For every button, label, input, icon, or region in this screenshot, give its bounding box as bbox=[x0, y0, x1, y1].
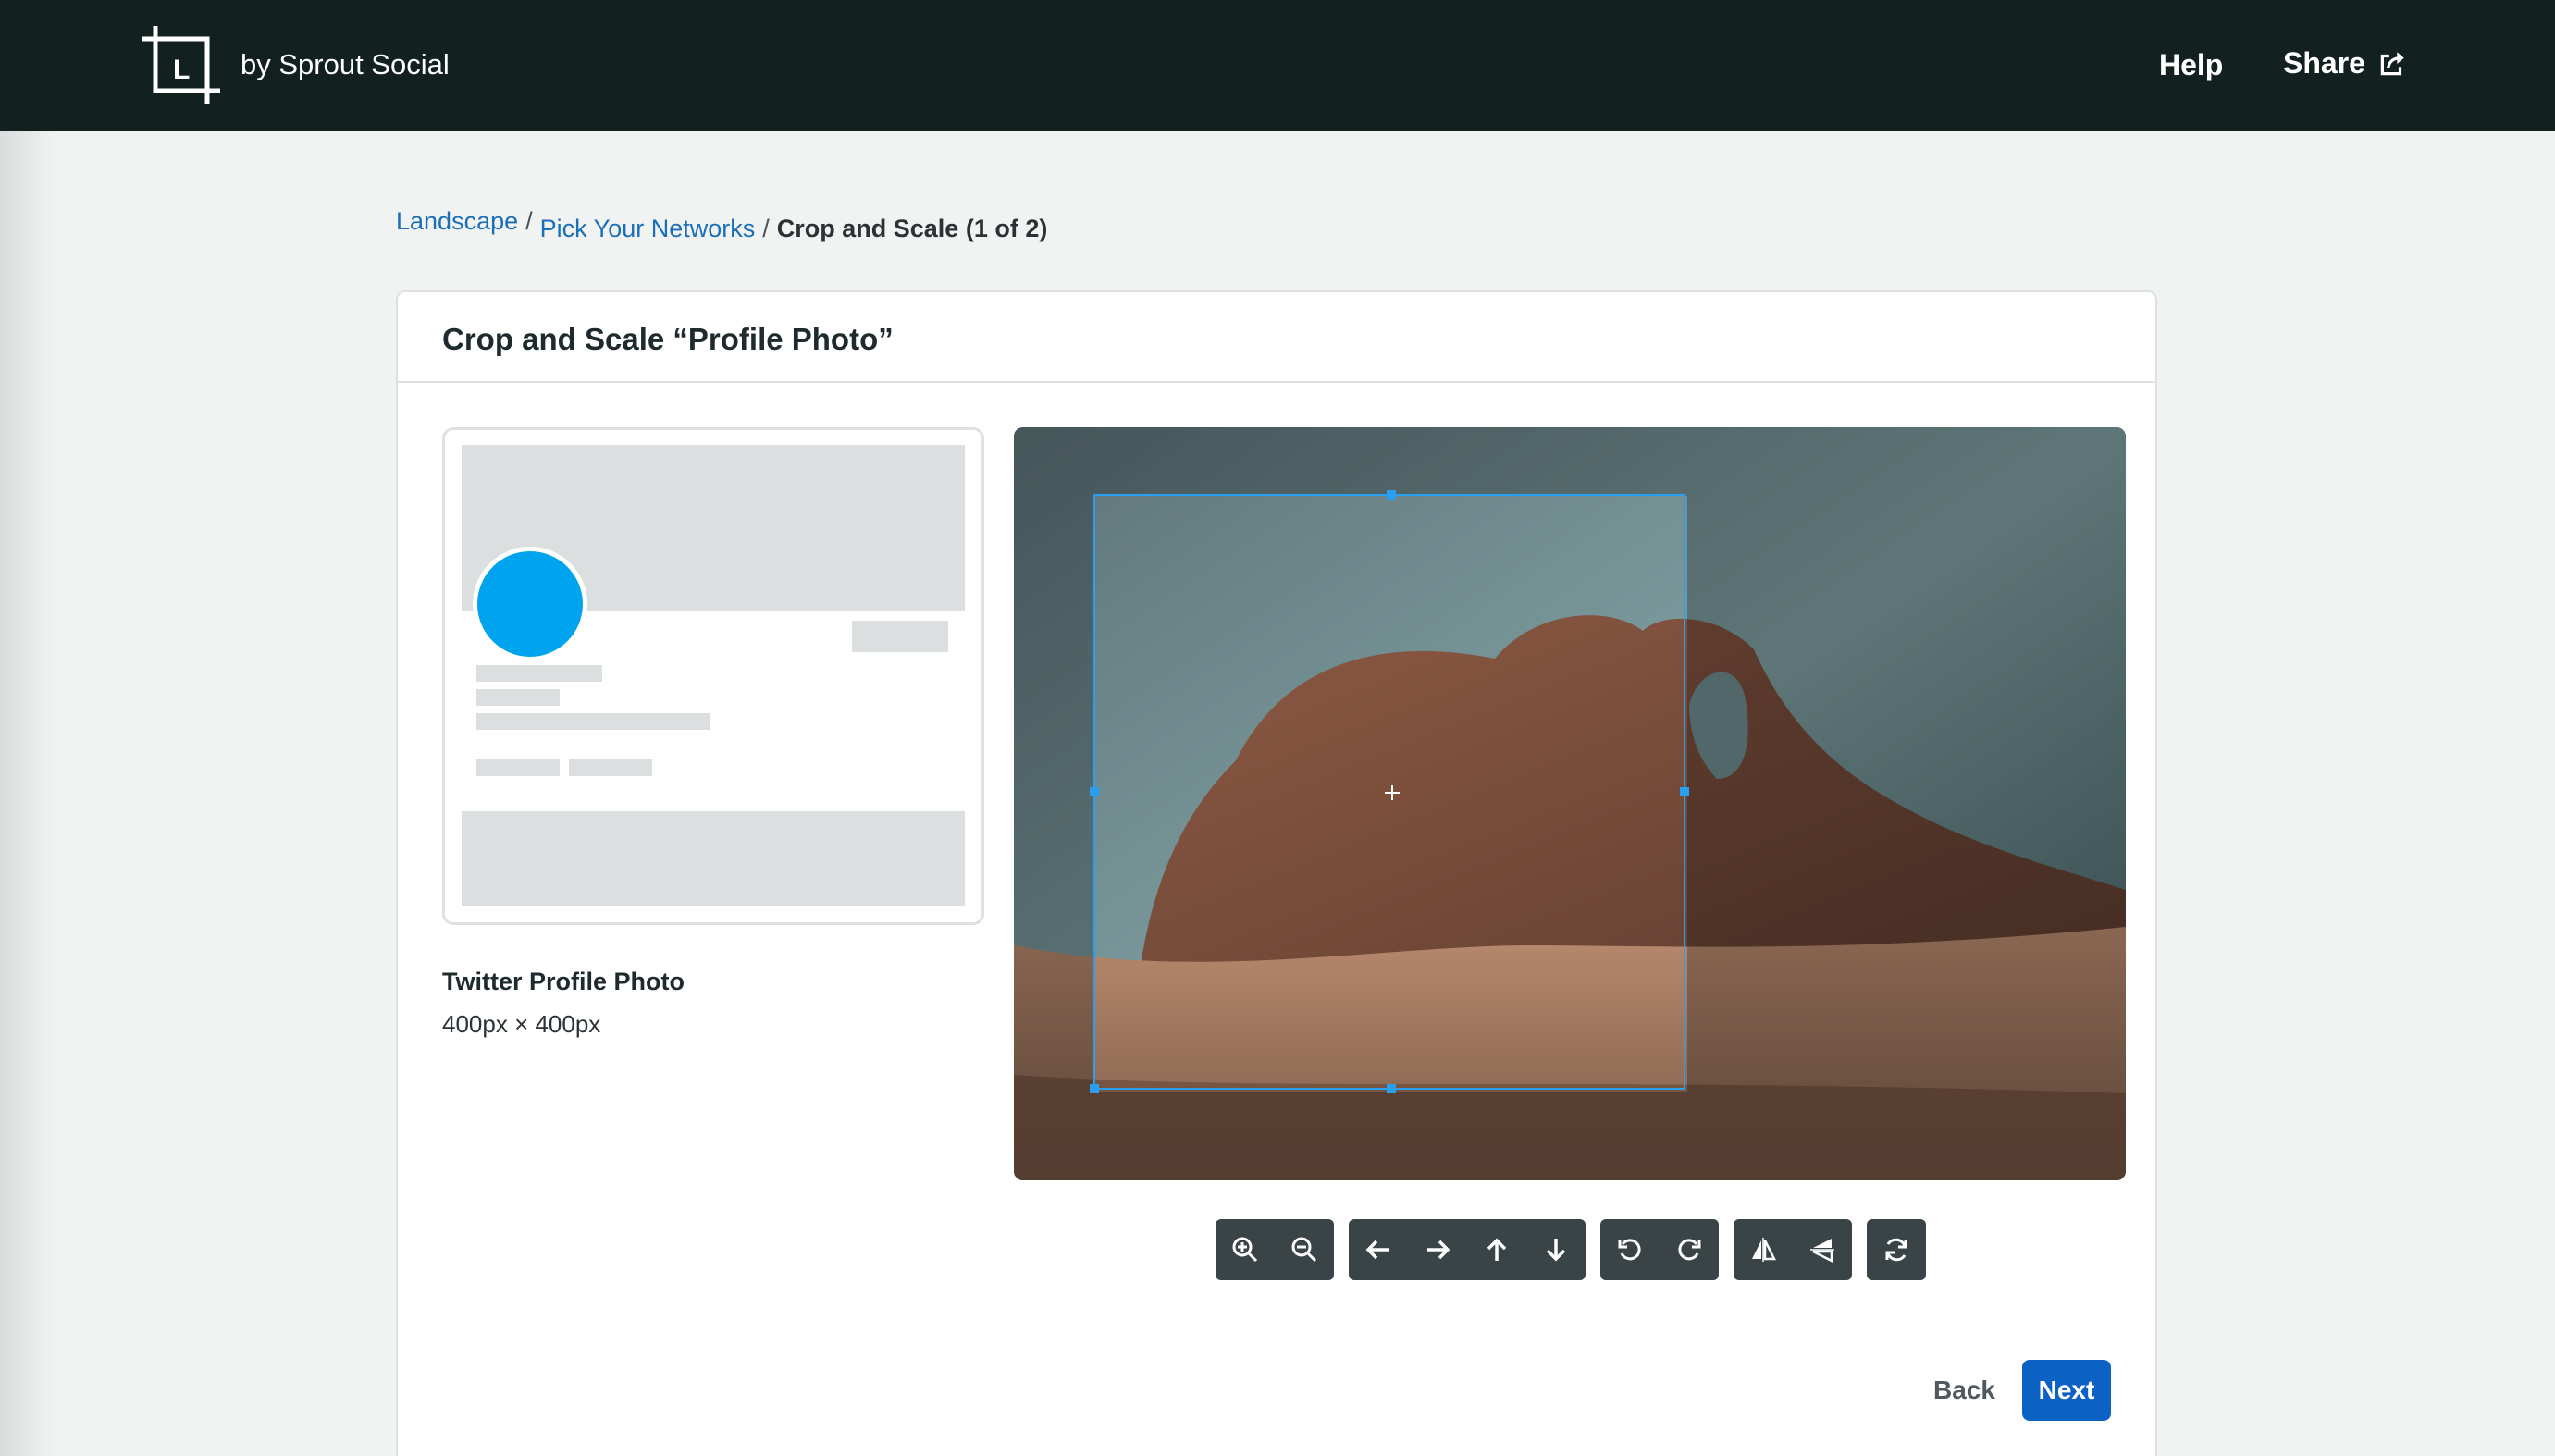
preview-feed-placeholder bbox=[462, 811, 965, 906]
crop-handle-right[interactable] bbox=[1680, 787, 1689, 796]
move-up-button[interactable] bbox=[1467, 1219, 1526, 1280]
help-link[interactable]: Help bbox=[2159, 48, 2223, 82]
reset-icon bbox=[1885, 1238, 1907, 1262]
zoom-in-icon bbox=[1232, 1237, 1258, 1263]
breadcrumb: Landscape / Pick Your Networks / Crop an… bbox=[396, 207, 1048, 243]
crop-handle-top[interactable] bbox=[1387, 490, 1396, 500]
share-button[interactable]: Share bbox=[2283, 46, 2408, 80]
breadcrumb-separator: / bbox=[525, 207, 533, 235]
page-title: Crop and Scale “Profile Photo” bbox=[442, 322, 894, 356]
move-down-button[interactable] bbox=[1526, 1219, 1586, 1280]
crop-toolbar bbox=[1216, 1219, 1926, 1280]
arrow-left-icon bbox=[1365, 1240, 1389, 1260]
next-button[interactable]: Next bbox=[2022, 1360, 2111, 1421]
preview-text-placeholder bbox=[476, 665, 602, 682]
move-left-button[interactable] bbox=[1349, 1219, 1408, 1280]
flip-vertical-icon bbox=[1810, 1239, 1834, 1264]
breadcrumb-separator: / bbox=[762, 215, 770, 242]
back-button[interactable]: Back bbox=[1915, 1360, 2014, 1421]
preview-text-placeholder bbox=[476, 759, 560, 776]
share-label: Share bbox=[2283, 46, 2365, 80]
breadcrumb-pick-networks-link[interactable]: Pick Your Networks bbox=[540, 215, 756, 243]
flip-vertical-button[interactable] bbox=[1793, 1219, 1852, 1280]
zoom-in-button[interactable] bbox=[1216, 1219, 1275, 1280]
rotate-group bbox=[1600, 1219, 1719, 1280]
rotate-left-button[interactable] bbox=[1600, 1219, 1660, 1280]
reset-button[interactable] bbox=[1867, 1219, 1926, 1280]
arrow-down-icon bbox=[1546, 1239, 1566, 1262]
brand-text: by Sprout Social bbox=[241, 48, 450, 80]
move-group bbox=[1349, 1219, 1586, 1280]
profile-preview bbox=[442, 427, 984, 925]
preview-avatar bbox=[473, 547, 587, 661]
crop-selection-box[interactable] bbox=[1090, 490, 1689, 1093]
card-header: Crop and Scale “Profile Photo” bbox=[398, 292, 2155, 383]
zoom-out-icon bbox=[1291, 1237, 1317, 1263]
share-external-icon bbox=[2380, 51, 2404, 75]
crop-canvas[interactable] bbox=[1014, 427, 2126, 1180]
zoom-group bbox=[1216, 1219, 1334, 1280]
crop-handle-bottom-left[interactable] bbox=[1090, 1084, 1099, 1093]
rotate-right-button[interactable] bbox=[1660, 1219, 1719, 1280]
breadcrumb-current: Crop and Scale (1 of 2) bbox=[776, 215, 1048, 242]
rotate-right-icon bbox=[1678, 1239, 1701, 1261]
preview-dimensions: 400px × 400px bbox=[442, 1010, 601, 1038]
zoom-out-button[interactable] bbox=[1275, 1219, 1334, 1280]
svg-text:L: L bbox=[173, 55, 190, 85]
crop-center-crosshair-icon bbox=[1385, 785, 1400, 800]
breadcrumb-landscape-link[interactable]: Landscape bbox=[396, 207, 518, 236]
arrow-up-icon bbox=[1487, 1238, 1507, 1261]
move-right-button[interactable] bbox=[1408, 1219, 1467, 1280]
crop-l-logo-icon[interactable]: L bbox=[142, 25, 221, 105]
crop-scale-card: Crop and Scale “Profile Photo” Twitter P… bbox=[396, 290, 2157, 1456]
flip-group bbox=[1734, 1219, 1852, 1280]
preview-text-placeholder bbox=[476, 689, 560, 706]
reset-group bbox=[1867, 1219, 1926, 1280]
flip-horizontal-icon bbox=[1752, 1238, 1777, 1262]
preview-network-name: Twitter Profile Photo bbox=[442, 968, 685, 995]
preview-text-placeholder bbox=[476, 713, 710, 730]
arrow-right-icon bbox=[1427, 1240, 1450, 1260]
preview-follow-placeholder bbox=[852, 621, 948, 652]
flip-horizontal-button[interactable] bbox=[1734, 1219, 1793, 1280]
crop-handle-bottom[interactable] bbox=[1387, 1084, 1396, 1093]
preview-text-placeholder bbox=[569, 759, 652, 776]
top-navigation-bar: L by Sprout Social Help Share bbox=[0, 0, 2555, 131]
rotate-left-icon bbox=[1618, 1239, 1641, 1261]
crop-handle-left[interactable] bbox=[1090, 787, 1099, 796]
page-left-edge bbox=[0, 131, 56, 1456]
